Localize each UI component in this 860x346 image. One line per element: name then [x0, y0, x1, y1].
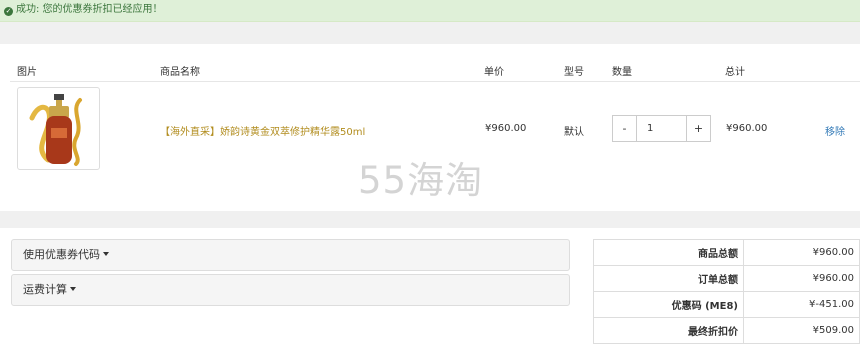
coupon-panel-toggle[interactable]: 使用优惠券代码 — [11, 239, 570, 271]
coupon-panel-label: 使用优惠券代码 — [23, 248, 100, 261]
header-quantity: 数量 — [612, 67, 632, 78]
product-name-link[interactable]: 【海外直采】娇韵诗黄金双萃修护精华露50ml — [160, 123, 365, 138]
totals-label: 最终折扣价 — [593, 317, 744, 344]
header-divider — [10, 81, 860, 82]
header-unit-price: 单价 — [484, 67, 504, 78]
header-total: 总计 — [725, 67, 745, 78]
totals-label: 订单总额 — [593, 265, 744, 292]
caret-down-icon — [103, 252, 109, 256]
product-thumbnail[interactable] — [17, 87, 100, 170]
header-model: 型号 — [564, 67, 584, 78]
success-alert: ✓ 成功: 您的优惠券折扣已经应用！ — [0, 0, 860, 22]
header-image: 图片 — [17, 67, 37, 78]
totals-row: 商品总额 ¥960.00 — [593, 239, 860, 266]
check-circle-icon: ✓ — [4, 7, 13, 16]
decrease-quantity-button[interactable]: - — [612, 115, 637, 142]
increase-quantity-button[interactable]: + — [686, 115, 711, 142]
unit-price: ¥960.00 — [485, 123, 527, 134]
quantity-input[interactable]: 1 — [637, 115, 687, 142]
totals-value: ¥509.00 — [743, 317, 860, 344]
totals-label: 商品总额 — [593, 239, 744, 266]
model-value: 默认 — [564, 127, 584, 138]
totals-row: 最终折扣价 ¥509.00 — [593, 317, 860, 344]
header-name: 商品名称 — [160, 67, 200, 78]
totals-row: 优惠码 (ME8) ¥-451.00 — [593, 291, 860, 318]
totals-label: 优惠码 (ME8) — [593, 291, 744, 318]
totals-value: ¥960.00 — [743, 265, 860, 292]
totals-row: 订单总额 ¥960.00 — [593, 265, 860, 292]
shipping-panel-toggle[interactable]: 运费计算 — [11, 274, 570, 306]
quantity-stepper: - 1 + — [612, 115, 714, 142]
totals-value: ¥960.00 — [743, 239, 860, 266]
totals-table: 商品总额 ¥960.00 订单总额 ¥960.00 优惠码 (ME8) ¥-451.0… — [593, 239, 860, 344]
caret-down-icon — [70, 287, 76, 291]
line-total: ¥960.00 — [726, 123, 768, 134]
alert-text: 成功: 您的优惠券折扣已经应用！ — [16, 4, 163, 15]
totals-value: ¥-451.00 — [743, 291, 860, 318]
remove-link[interactable]: 移除 — [825, 123, 845, 138]
watermark-logo: 55海淘 — [358, 159, 484, 202]
shipping-panel-label: 运费计算 — [23, 283, 67, 296]
